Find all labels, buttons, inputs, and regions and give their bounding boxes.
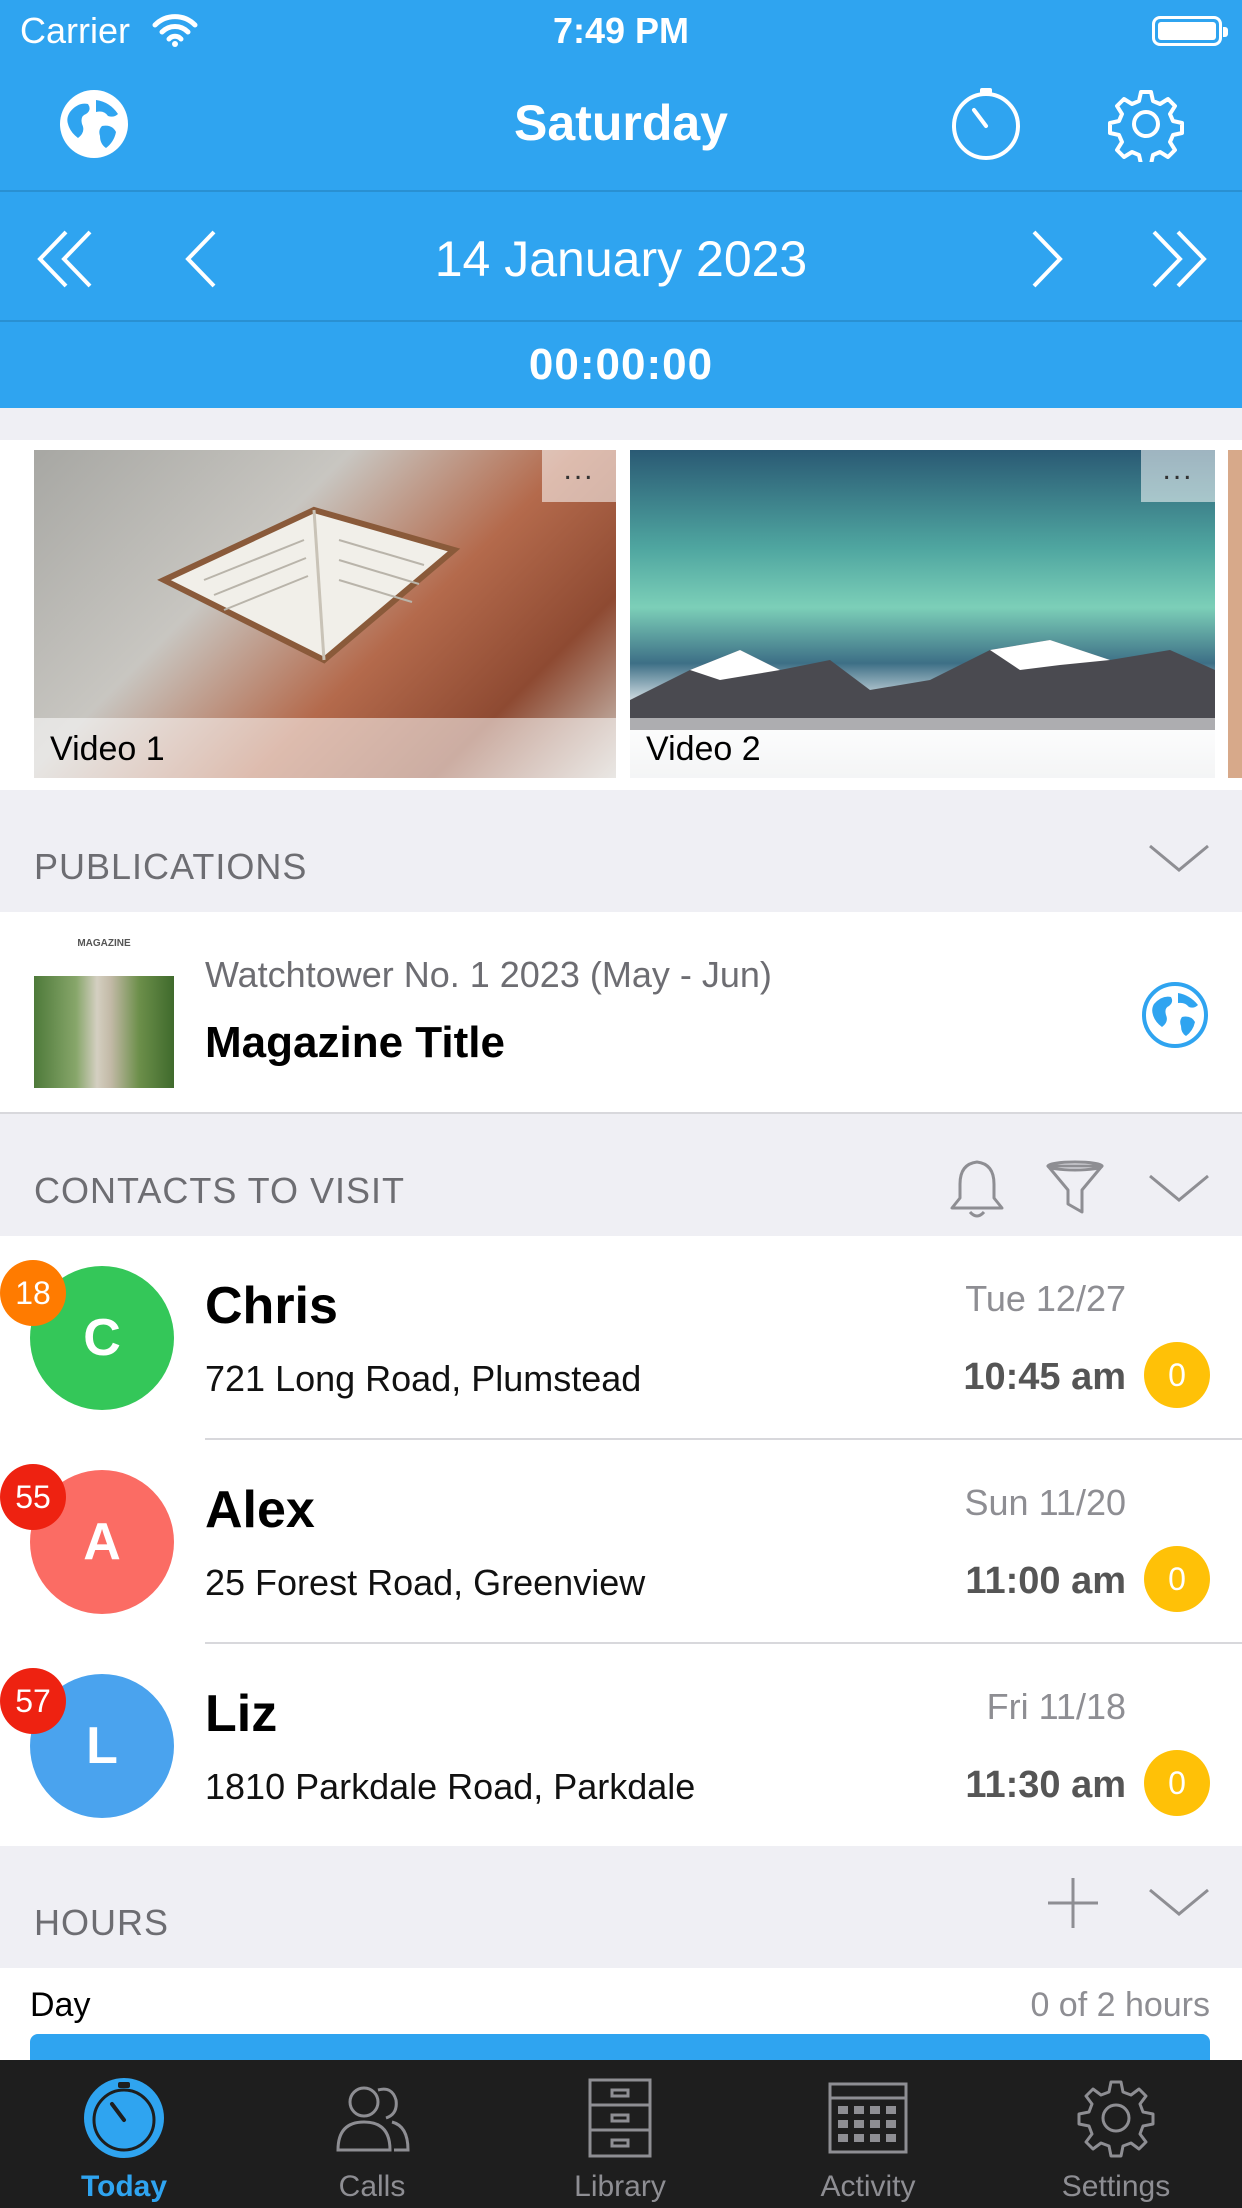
hours-period-label: Day xyxy=(30,1986,91,2024)
mountains-image xyxy=(630,640,1215,730)
navbar: Saturday xyxy=(0,62,1242,192)
page-title: Saturday xyxy=(514,95,728,151)
video-label: Video 1 xyxy=(34,718,616,778)
hours-header: HOURS xyxy=(0,1848,1242,1968)
tab-library[interactable]: Library xyxy=(496,2060,744,2208)
cover-masthead: MAGAZINE xyxy=(77,938,131,949)
publication-item[interactable]: MAGAZINE Watchtower No. 1 2023 (May - Ju… xyxy=(0,912,1242,1114)
video-card[interactable]: ... Video 2 xyxy=(630,450,1215,778)
plus-icon[interactable] xyxy=(1040,1870,1106,1936)
video-carousel[interactable]: ... Video 1 ... Video 2 xyxy=(0,440,1242,790)
contact-address: 1810 Parkdale Road, Parkdale xyxy=(205,1766,696,1807)
count-badge: 0 xyxy=(1144,1546,1210,1612)
contact-row[interactable]: C Chris 721 Long Road, Plumstead Tue 12/… xyxy=(0,1236,1242,1440)
stopwatch-icon xyxy=(84,2078,164,2158)
contacts-list: C Chris 721 Long Road, Plumstead Tue 12/… xyxy=(0,1236,1242,1846)
chevron-down-icon[interactable] xyxy=(1146,1156,1212,1222)
bell-icon[interactable] xyxy=(944,1156,1010,1222)
contact-name: Chris xyxy=(205,1277,338,1335)
tab-label: Calls xyxy=(338,2170,406,2203)
publication-cover: MAGAZINE xyxy=(34,938,174,1088)
contact-date: Tue 12/27 xyxy=(965,1278,1126,1319)
gear-icon xyxy=(1077,2080,1155,2158)
video-more-button[interactable]: ... xyxy=(1141,450,1215,502)
hours-row[interactable]: Day 0 of 2 hours xyxy=(0,1968,1242,2068)
contact-address: 721 Long Road, Plumstead xyxy=(205,1358,642,1399)
contact-date: Fri 11/18 xyxy=(986,1686,1126,1727)
gear-icon[interactable] xyxy=(1108,86,1184,162)
contacts-header: CONTACTS TO VISIT xyxy=(0,1116,1242,1236)
tab-calls[interactable]: Calls xyxy=(248,2060,496,2208)
tab-label: Activity xyxy=(820,2170,916,2203)
book-reading-image xyxy=(157,506,461,664)
contact-row[interactable]: A Alex 25 Forest Road, Greenview Sun 11/… xyxy=(0,1440,1242,1644)
contact-name: Liz xyxy=(205,1685,278,1743)
header: Carrier 7:49 PM Saturday 14 January 2023… xyxy=(0,0,1242,408)
contact-row[interactable]: L Liz 1810 Parkdale Road, Parkdale Fri 1… xyxy=(0,1644,1242,1848)
days-badge: 18 xyxy=(0,1260,66,1326)
days-badge: 57 xyxy=(0,1668,66,1734)
date-navigator: 14 January 2023 xyxy=(0,194,1242,322)
chevron-down-icon[interactable] xyxy=(1146,826,1212,892)
tab-activity[interactable]: Activity xyxy=(744,2060,992,2208)
chevron-down-icon[interactable] xyxy=(1146,1870,1212,1936)
cover-image xyxy=(34,976,174,1088)
globe-icon[interactable] xyxy=(1140,980,1210,1050)
tab-bar: Today Calls Library Activity Settings xyxy=(0,2060,1242,2208)
tab-settings[interactable]: Settings xyxy=(992,2060,1240,2208)
session-timer[interactable]: 00:00:00 xyxy=(0,340,1242,390)
contact-time: 11:30 am xyxy=(965,1764,1126,1806)
publication-title: Magazine Title xyxy=(205,1018,505,1067)
people-icon xyxy=(336,2086,410,2152)
publications-header: PUBLICATIONS xyxy=(0,792,1242,912)
video-card[interactable]: ... Video 1 xyxy=(34,450,616,778)
publication-subtitle: Watchtower No. 1 2023 (May - Jun) xyxy=(205,954,772,995)
contact-time: 11:00 am xyxy=(965,1560,1126,1602)
tab-today[interactable]: Today xyxy=(0,2060,248,2208)
stopwatch-icon[interactable] xyxy=(948,86,1024,162)
tab-label: Today xyxy=(80,2170,168,2203)
double-chevron-right-icon[interactable] xyxy=(1142,224,1212,294)
section-title: HOURS xyxy=(34,1902,170,1943)
filter-icon[interactable] xyxy=(1042,1156,1108,1222)
contact-time: 10:45 am xyxy=(963,1356,1126,1398)
days-badge: 55 xyxy=(0,1464,66,1530)
video-more-button[interactable]: ... xyxy=(542,450,616,502)
contact-name: Alex xyxy=(205,1481,315,1539)
video-label: Video 2 xyxy=(630,718,1215,778)
section-title: CONTACTS TO VISIT xyxy=(34,1170,406,1211)
count-badge: 0 xyxy=(1144,1342,1210,1408)
section-title: PUBLICATIONS xyxy=(34,846,308,887)
video-card-partial[interactable] xyxy=(1228,450,1242,778)
status-bar: Carrier 7:49 PM xyxy=(0,0,1242,62)
clock: 7:49 PM xyxy=(552,10,690,51)
tab-label: Settings xyxy=(1061,2170,1171,2203)
contact-address: 25 Forest Road, Greenview xyxy=(205,1562,646,1603)
calendar-icon xyxy=(828,2082,908,2154)
hours-progress-text: 0 of 2 hours xyxy=(1030,1986,1210,2024)
chevron-right-icon[interactable] xyxy=(1008,224,1078,294)
count-badge: 0 xyxy=(1144,1750,1210,1816)
tab-label: Library xyxy=(574,2170,666,2203)
battery-icon xyxy=(1152,16,1228,46)
cabinet-icon xyxy=(588,2078,652,2158)
contact-date: Sun 11/20 xyxy=(964,1482,1126,1523)
